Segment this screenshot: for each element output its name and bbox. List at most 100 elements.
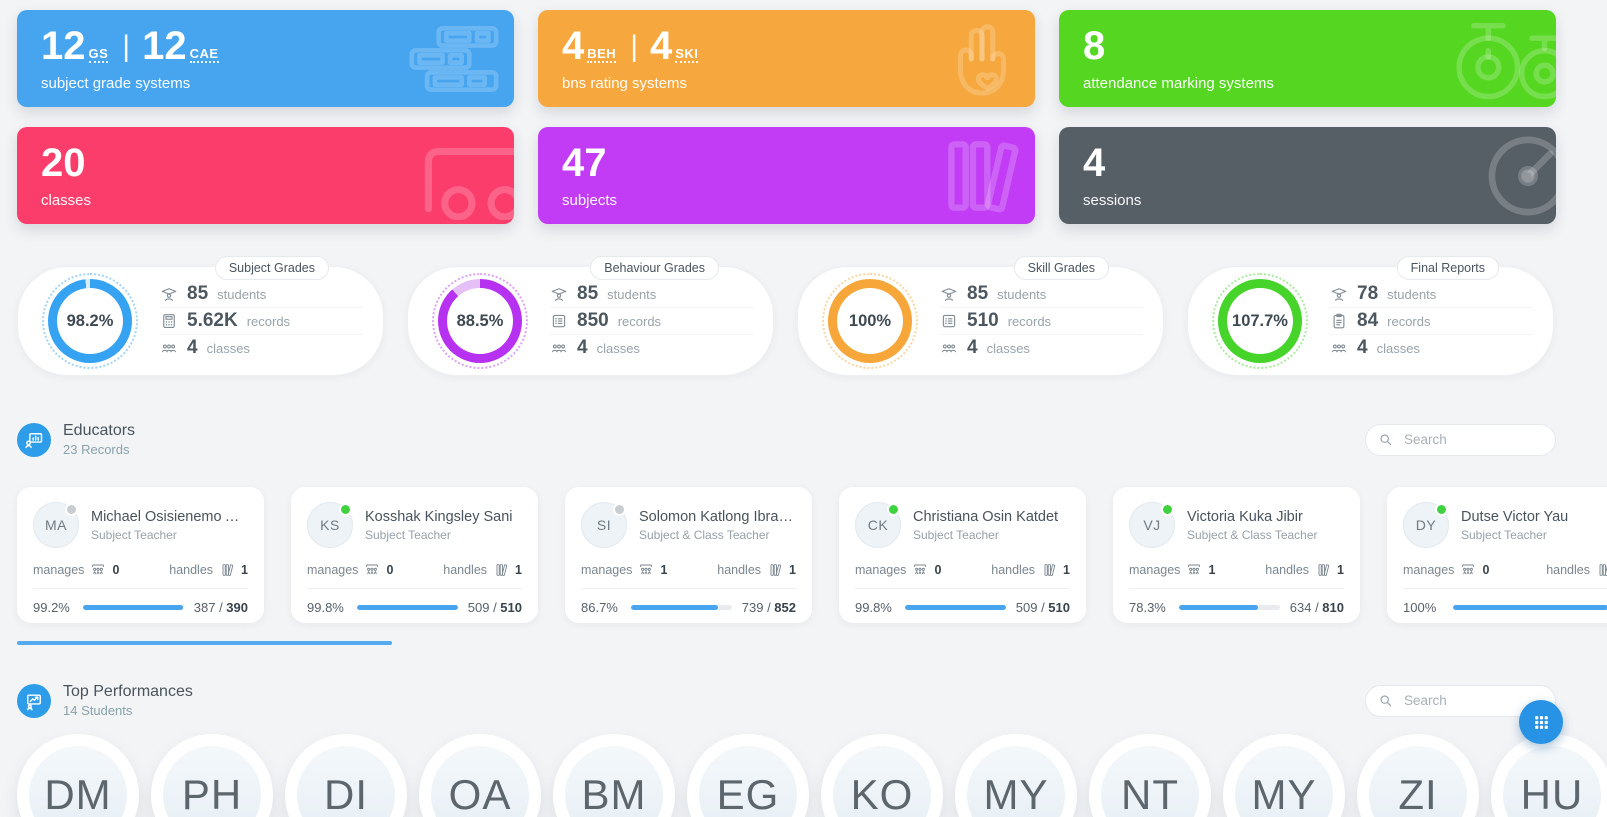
stat-card-subjects[interactable]: 47 subjects: [538, 127, 1035, 224]
group-bracket-icon: [912, 562, 928, 578]
search-icon: [1378, 693, 1394, 709]
progress-fraction: 634 / 810: [1289, 600, 1344, 615]
handles-label: handles: [1546, 563, 1590, 577]
educator-card[interactable]: MA Michael Osisienemo Ak... Subject Teac…: [17, 487, 264, 623]
performances-header-left: Top Performances 14 Students: [17, 683, 193, 718]
records-count: 5.62K: [187, 310, 238, 331]
educator-card[interactable]: SI Solomon Katlong Ibrahi... Subject & C…: [565, 487, 812, 623]
stat-card-subject-grade-systems[interactable]: 12 GS | 12 CAE subject grade systems: [17, 10, 514, 107]
divider: [581, 588, 796, 589]
stat-card-bns-rating-systems[interactable]: 4 BEH | 4 SKI bns rating systems: [538, 10, 1035, 107]
records-count: 510: [967, 310, 999, 331]
status-dot: [887, 503, 900, 516]
handles-count: 1: [241, 563, 248, 577]
classes-unit: classes: [1376, 340, 1420, 356]
divider: [1403, 588, 1607, 589]
educators-search[interactable]: [1365, 423, 1556, 456]
grade-card-subject-grades[interactable]: Subject Grades 98.2% 85 students 5.62K r…: [17, 256, 384, 376]
avatar-initials: DY: [1415, 517, 1437, 533]
progress-fraction: 509 / 510: [1015, 600, 1070, 615]
student-avatar[interactable]: DM: [17, 734, 139, 817]
records-count: 84: [1357, 310, 1379, 331]
educator-name-block: Solomon Katlong Ibrahi... Subject & Clas…: [639, 509, 796, 542]
educators-section-header: Educators 23 Records: [17, 422, 1556, 457]
stat-card-sessions[interactable]: 4 sessions: [1059, 127, 1556, 224]
educator-progress: 100%: [1403, 600, 1607, 615]
educator-name-block: Victoria Kuka Jibir Subject & Class Teac…: [1187, 509, 1318, 542]
avatar-initials: EG: [716, 771, 780, 817]
progress-percent: 99.2%: [33, 600, 70, 615]
group-bracket-icon: [90, 562, 106, 578]
horizontal-scrollbar[interactable]: [17, 641, 392, 645]
student-avatar[interactable]: MY: [955, 734, 1077, 817]
educator-card[interactable]: DY Dutse Victor Yau Subject Teacher mana…: [1387, 487, 1607, 623]
educator-role: Subject & Class Teacher: [1187, 527, 1318, 542]
handles-stat: handles 1: [169, 562, 248, 578]
progress-fill: [1179, 605, 1258, 610]
student-avatar[interactable]: DI: [285, 734, 407, 817]
grade-card-final-reports[interactable]: Final Reports 107.7% 78 students 84 reco…: [1187, 256, 1554, 376]
avatar-initials: HU: [1520, 771, 1584, 817]
stat-cards-row-1: 12 GS | 12 CAE subject grade systems 4 B…: [17, 10, 1556, 107]
section-subtitle: 14 Students: [63, 703, 133, 718]
student-avatar[interactable]: KO: [821, 734, 943, 817]
stat-separator: |: [630, 29, 638, 63]
student-avatar[interactable]: BM: [553, 734, 675, 817]
donut-percent: 88.5%: [456, 311, 504, 330]
educator-progress: 86.7% 739 / 852: [581, 600, 796, 615]
educators-search-input[interactable]: [1402, 431, 1543, 448]
educator-card[interactable]: VJ Victoria Kuka Jibir Subject & Class T…: [1113, 487, 1360, 623]
manages-label: manages: [33, 563, 85, 577]
group-bracket-icon: [1186, 562, 1202, 578]
educator-role: Subject Teacher: [365, 527, 451, 542]
student-avatar[interactable]: NT: [1089, 734, 1211, 817]
classes-row: 4 classes: [1330, 334, 1533, 361]
students-row: 78 students: [1330, 281, 1533, 307]
records-row: 84 records: [1330, 307, 1533, 334]
stat-unit: GS: [88, 45, 109, 63]
avatar: VJ: [1129, 502, 1175, 548]
grade-card-badge: Behaviour Grades: [590, 256, 719, 280]
educator-card[interactable]: CK Christiana Osin Katdet Subject Teache…: [839, 487, 1086, 623]
student-avatar[interactable]: HU: [1491, 734, 1607, 817]
records-row: 5.62K records: [160, 307, 363, 334]
stat-card-attendance-marking-systems[interactable]: 8 attendance marking systems: [1059, 10, 1556, 107]
student-avatar[interactable]: ZI: [1357, 734, 1479, 817]
handles-count: 1: [1337, 563, 1344, 577]
group-icon: [1330, 339, 1348, 357]
student-avatar[interactable]: OA: [419, 734, 541, 817]
progress-fill: [905, 605, 1006, 610]
educators-header-left: Educators 23 Records: [17, 422, 135, 457]
performances-search-input[interactable]: [1402, 692, 1543, 709]
manages-count: 0: [934, 563, 942, 577]
progress-percent: 100%: [1403, 600, 1437, 615]
manages-stat: manages 0: [1403, 562, 1489, 578]
stat-card-classes[interactable]: 20 classes: [17, 127, 514, 224]
educator-card[interactable]: KS Kosshak Kingsley Sani Subject Teacher…: [291, 487, 538, 623]
student-icon: [940, 285, 958, 303]
status-dot: [339, 503, 352, 516]
educator-progress: 99.8% 509 / 510: [307, 600, 522, 615]
handles-label: handles: [717, 563, 762, 577]
educator-role: Subject Teacher: [913, 527, 999, 542]
avatar-initials: MY: [983, 771, 1049, 817]
avatar-initials: DI: [324, 771, 368, 817]
grade-card-behaviour-grades[interactable]: Behaviour Grades 88.5% 85 students 850 r…: [407, 256, 774, 376]
records-count: 850: [577, 310, 609, 331]
progress-bar: [83, 605, 184, 610]
stat-unit: SKI: [675, 45, 699, 63]
performances-section-icon: [17, 683, 51, 718]
stat-value: 4: [1083, 140, 1106, 185]
avatar-initials: ZI: [1398, 771, 1438, 817]
classes-unit: classes: [986, 340, 1030, 356]
student-avatar[interactable]: PH: [151, 734, 273, 817]
student-avatar[interactable]: EG: [687, 734, 809, 817]
classes-row: 4 classes: [940, 334, 1143, 361]
apps-grid-button[interactable]: [1519, 700, 1563, 744]
educator-name-block: Dutse Victor Yau Subject Teacher: [1461, 509, 1568, 542]
student-avatar[interactable]: MY: [1223, 734, 1345, 817]
grade-card-skill-grades[interactable]: Skill Grades 100% 85 students 510 record…: [797, 256, 1164, 376]
avatar-initials: BM: [581, 771, 647, 817]
calculator-icon: [160, 312, 178, 330]
handles-label: handles: [991, 563, 1036, 577]
